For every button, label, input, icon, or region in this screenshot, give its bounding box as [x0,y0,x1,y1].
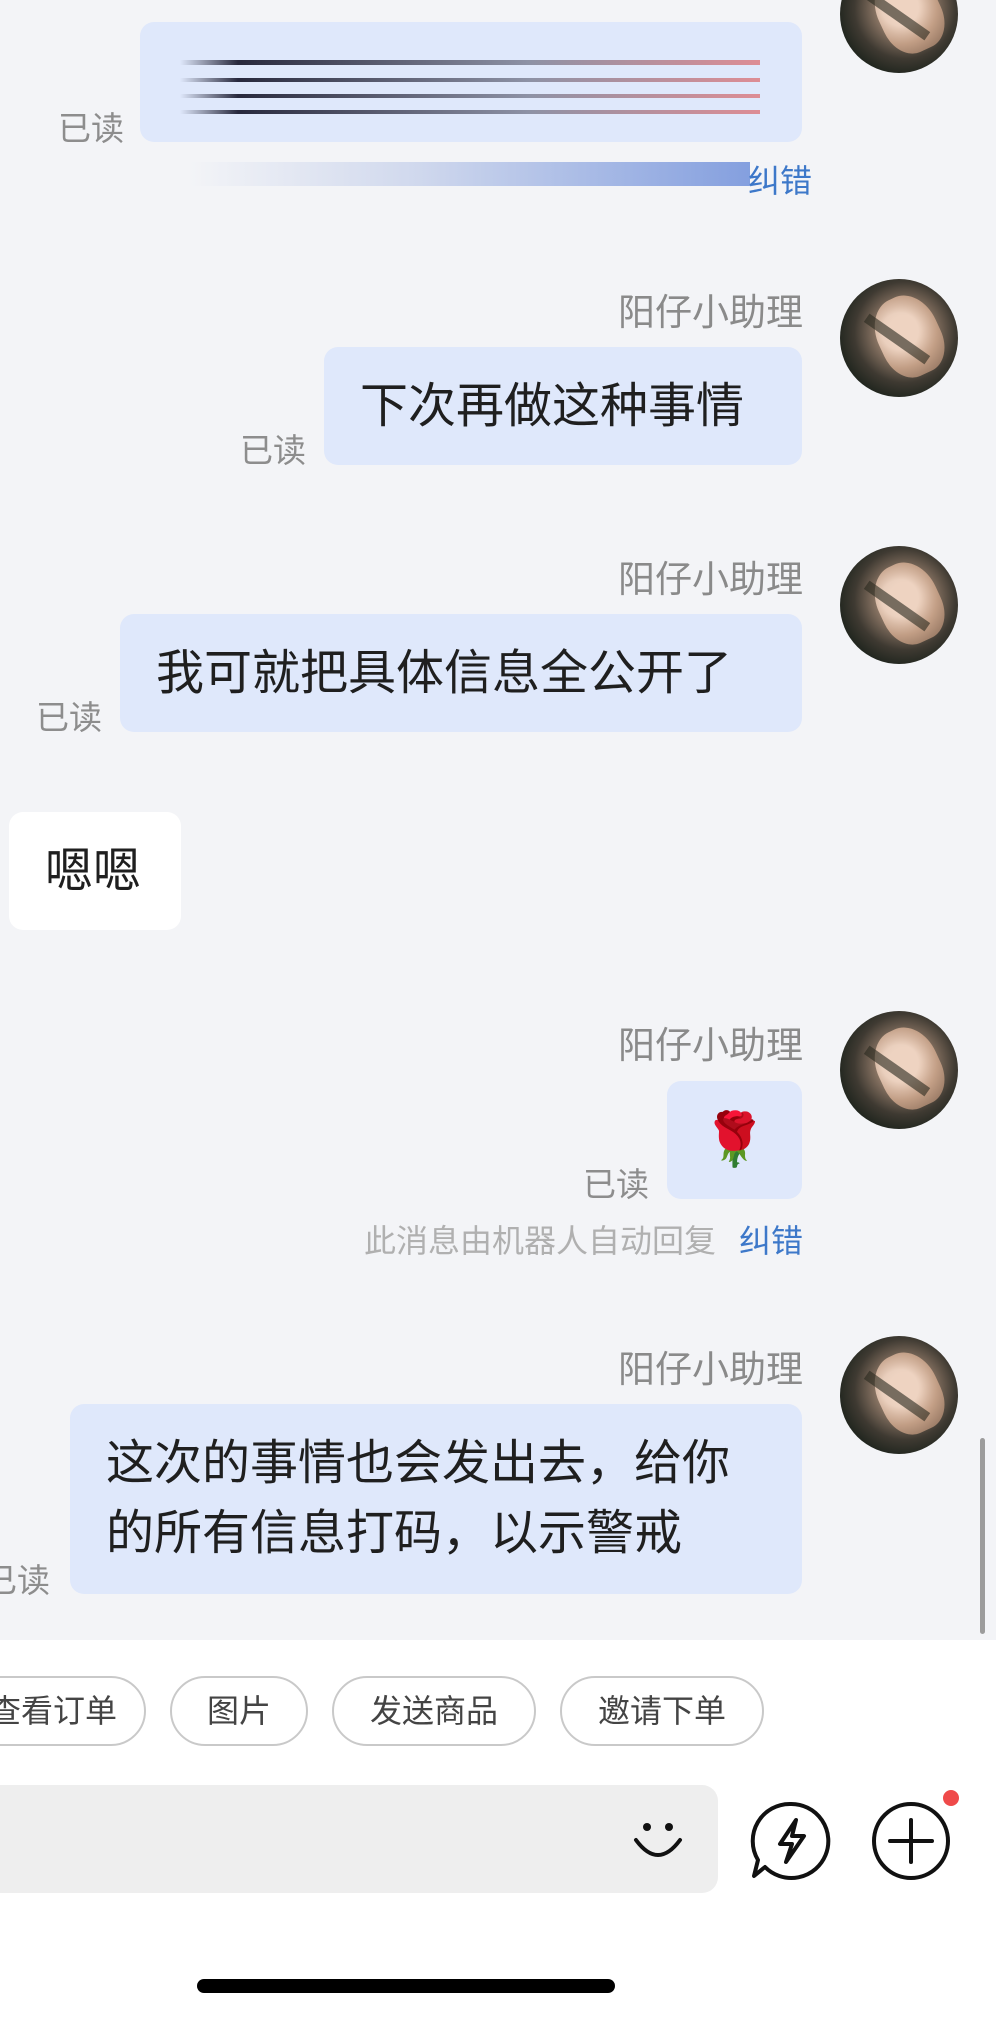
home-indicator[interactable] [197,1979,615,1993]
smile-icon[interactable] [630,1812,686,1868]
message-bubble[interactable]: 我可就把具体信息全公开了 [120,614,802,732]
message-text-line: 这次的事情也会发出去，给你 [106,1435,731,1491]
message-bubble-redacted[interactable] [140,22,802,142]
avatar[interactable] [840,279,958,397]
chip-send-product[interactable]: 发送商品 [332,1676,536,1746]
read-status: 已读 [36,698,102,737]
sender-name: 阳仔小助理 [618,291,803,334]
chip-images[interactable]: 图片 [170,1676,308,1746]
avatar[interactable] [840,0,958,73]
sender-name: 阳仔小助理 [618,1024,803,1067]
avatar[interactable] [840,546,958,664]
notification-dot [943,1790,959,1806]
sender-name: 阳仔小助理 [618,1348,803,1391]
avatar[interactable] [840,1011,958,1129]
auto-reply-note: 此消息由机器人自动回复 [364,1222,717,1260]
message-text: 下次再做这种事情 [360,378,745,434]
sender-name: 阳仔小助理 [618,558,803,601]
lightning-bubble-icon[interactable] [750,1800,832,1882]
read-status: 已读 [583,1165,649,1204]
message-text: 我可就把具体信息全公开了 [156,645,733,701]
message-input[interactable] [0,1785,718,1893]
input-bar [0,1750,996,2018]
redacted-note [190,162,750,186]
message-bubble[interactable]: 下次再做这种事情 [324,347,802,465]
chat-area[interactable]: 已读 纠错 阳仔小助理 下次再做这种事情 已读 阳仔小助理 我可就把具体信息全公… [0,0,996,1640]
correction-link[interactable]: 纠错 [739,1216,803,1262]
quick-action-bar: 查看订单 图片 发送商品 邀请下单 [0,1640,996,1750]
message-bubble-emoji[interactable]: 🌹 [667,1081,802,1199]
correction-link[interactable]: 纠错 [748,156,812,202]
read-status: 已读 [58,109,124,148]
scrollbar[interactable] [980,1438,985,1634]
avatar[interactable] [840,1336,958,1454]
read-status: 已读 [240,431,306,470]
message-bubble[interactable]: 这次的事情也会发出去，给你 的所有信息打码，以示警戒 [70,1404,802,1594]
rose-emoji: 🌹 [702,1110,767,1170]
chip-view-order[interactable]: 查看订单 [0,1676,146,1746]
read-status: 已读 [0,1561,50,1600]
chip-invite-order[interactable]: 邀请下单 [560,1676,764,1746]
message-text-line: 的所有信息打码，以示警戒 [106,1505,683,1561]
message-text: 嗯嗯 [45,843,142,899]
plus-circle-icon[interactable] [870,1800,952,1882]
message-bubble-incoming[interactable]: 嗯嗯 [9,812,181,930]
